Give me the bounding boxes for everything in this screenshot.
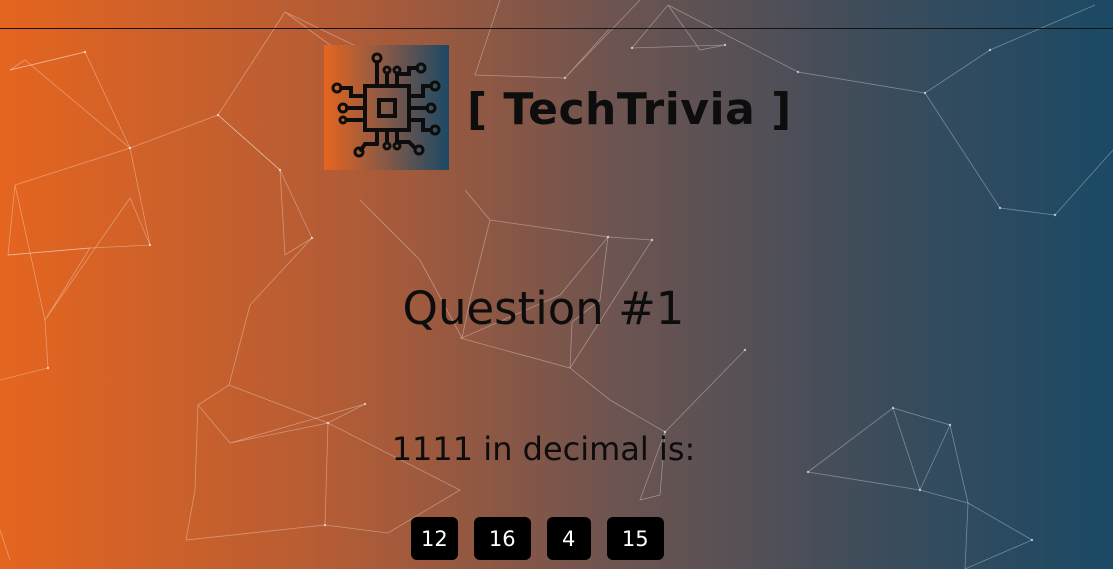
answer-button[interactable]: 15 — [606, 517, 664, 560]
question-text: 1111 in decimal is: — [391, 430, 696, 468]
top-divider — [0, 28, 1113, 29]
answer-options: 12 16 4 15 — [411, 517, 664, 560]
site-header: [ TechTrivia ] — [324, 45, 792, 170]
question-heading: Question #1 — [402, 282, 685, 335]
site-logo — [324, 45, 449, 170]
answer-button[interactable]: 12 — [411, 517, 458, 560]
answer-button[interactable]: 16 — [473, 517, 531, 560]
circuit-chip-icon — [331, 50, 443, 166]
site-title: [ TechTrivia ] — [467, 84, 792, 135]
answer-button[interactable]: 4 — [546, 517, 591, 560]
